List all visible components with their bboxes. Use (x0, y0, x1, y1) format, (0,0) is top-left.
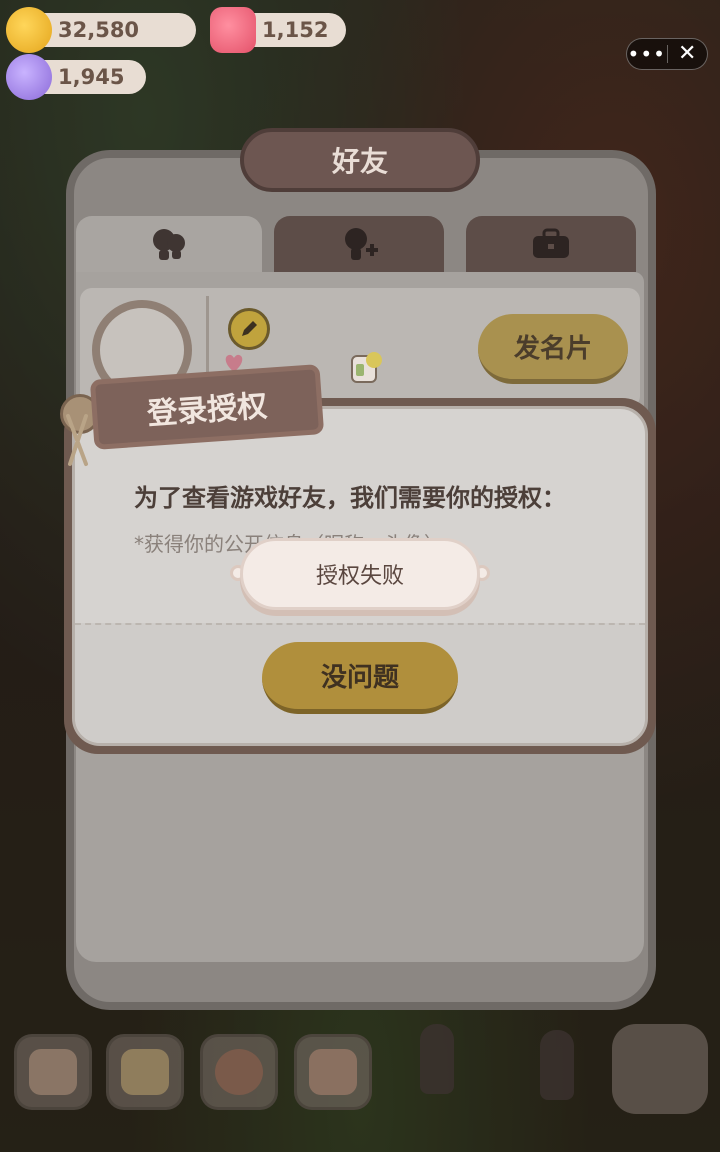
briefcase-icon (533, 228, 569, 258)
friends-tabs (76, 216, 636, 272)
npc-character (540, 1030, 574, 1100)
more-icon[interactable]: ••• (627, 38, 667, 70)
auth-dialog-message: 为了查看游戏好友，我们需要你的授权： (134, 484, 566, 512)
friends-icon (153, 229, 185, 260)
house-icon (29, 1049, 77, 1095)
dock-button-shop[interactable] (294, 1034, 372, 1110)
rope-icon (66, 414, 88, 466)
send-card-button[interactable]: 发名片 (478, 314, 628, 384)
gold-amount: 32,580 (58, 18, 140, 42)
pink-amount: 1,152 (262, 18, 329, 42)
character-icon (215, 1049, 263, 1095)
friends-panel-title: 好友 (240, 128, 480, 192)
mini-program-capsule: ••• ✕ (626, 38, 708, 70)
dock-button-character[interactable] (200, 1034, 278, 1110)
notebook-icon (121, 1049, 169, 1095)
confirm-button[interactable]: 没问题 (262, 642, 458, 714)
tab-friends[interactable] (76, 216, 262, 272)
gold-currency[interactable]: 32,580 (6, 7, 196, 53)
pen-icon (242, 321, 257, 336)
error-toast: 授权失败 (240, 538, 480, 610)
add-friend-icon (345, 228, 378, 260)
npc-character (420, 1024, 454, 1094)
close-icon[interactable]: ✕ (667, 38, 707, 70)
sticker-icon (351, 352, 382, 383)
dock-button-house[interactable] (14, 1034, 92, 1110)
pet-button[interactable] (612, 1024, 708, 1114)
candy-gem-icon (6, 54, 52, 100)
gem-amount: 1,945 (58, 65, 125, 89)
pink-gift-icon (210, 7, 256, 53)
tab-bag[interactable] (466, 216, 636, 272)
shop-icon (309, 1049, 357, 1095)
gem-currency[interactable]: 1,945 (6, 54, 146, 100)
dock-button-notes[interactable] (106, 1034, 184, 1110)
edit-icon[interactable] (228, 308, 270, 350)
tab-add-friend[interactable] (274, 216, 444, 272)
pink-currency[interactable]: 1,152 (210, 7, 346, 53)
gold-coin-icon (6, 7, 52, 53)
